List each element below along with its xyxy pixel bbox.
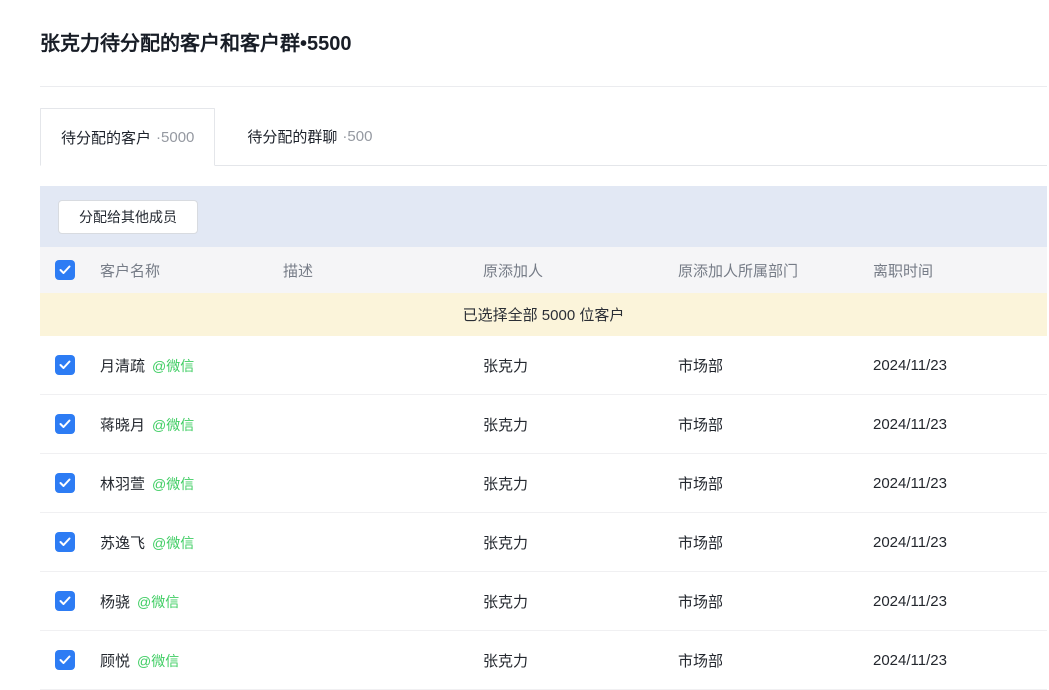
tab-pending-group-chats[interactable]: 待分配的群聊 ·500 bbox=[215, 108, 404, 165]
wechat-tag: @微信 bbox=[137, 592, 179, 612]
page-title: 张克力待分配的客户和客户群•5500 bbox=[40, 30, 1047, 58]
customer-name-cell: 苏逸飞 @微信 bbox=[100, 532, 283, 553]
check-icon bbox=[59, 419, 71, 429]
col-header-department: 原添加人所属部门 bbox=[678, 260, 873, 281]
row-checkbox-cell bbox=[40, 414, 100, 434]
customer-name: 杨骁 bbox=[100, 591, 130, 612]
check-icon bbox=[59, 596, 71, 606]
tab-pending-customers[interactable]: 待分配的客户 ·5000 bbox=[40, 108, 215, 166]
resign-date-cell: 2024/11/23 bbox=[873, 593, 1047, 610]
selection-banner: 已选择全部 5000 位客户 bbox=[40, 293, 1047, 336]
customer-name: 林羽萱 bbox=[100, 473, 145, 494]
original-adder-cell: 张克力 bbox=[483, 414, 678, 435]
customer-name-cell: 林羽萱 @微信 bbox=[100, 473, 283, 494]
resign-date-cell: 2024/11/23 bbox=[873, 475, 1047, 492]
row-checkbox[interactable] bbox=[55, 532, 75, 552]
row-checkbox-cell bbox=[40, 650, 100, 670]
department-cell: 市场部 bbox=[678, 473, 873, 494]
customer-name: 顾悦 bbox=[100, 650, 130, 671]
selection-toolbar: 分配给其他成员 bbox=[40, 186, 1047, 247]
tab-label: 待分配的客户 bbox=[61, 127, 151, 148]
department-cell: 市场部 bbox=[678, 532, 873, 553]
resign-date-cell: 2024/11/23 bbox=[873, 416, 1047, 433]
table-row: 月清疏 @微信 张克力 市场部 2024/11/23 bbox=[40, 336, 1047, 395]
tab-bar: 待分配的客户 ·5000 待分配的群聊 ·500 bbox=[40, 108, 1047, 166]
customer-name-cell: 月清疏 @微信 bbox=[100, 355, 283, 376]
wechat-tag: @微信 bbox=[152, 356, 194, 376]
department-cell: 市场部 bbox=[678, 650, 873, 671]
table-row: 林羽萱 @微信 张克力 市场部 2024/11/23 bbox=[40, 454, 1047, 513]
check-icon bbox=[59, 360, 71, 370]
select-all-cell bbox=[40, 260, 100, 280]
row-checkbox[interactable] bbox=[55, 591, 75, 611]
table-header-row: 客户名称 描述 原添加人 原添加人所属部门 离职时间 bbox=[40, 247, 1047, 293]
selection-banner-text: 已选择全部 5000 位客户 bbox=[463, 304, 625, 325]
tab-count: ·5000 bbox=[156, 129, 194, 146]
row-checkbox[interactable] bbox=[55, 473, 75, 493]
department-cell: 市场部 bbox=[678, 355, 873, 376]
row-checkbox-cell bbox=[40, 473, 100, 493]
wechat-tag: @微信 bbox=[152, 474, 194, 494]
col-header-resign-date: 离职时间 bbox=[873, 260, 1047, 281]
wechat-tag: @微信 bbox=[152, 415, 194, 435]
resign-date-cell: 2024/11/23 bbox=[873, 357, 1047, 374]
row-checkbox-cell bbox=[40, 532, 100, 552]
tab-count: ·500 bbox=[342, 128, 372, 145]
row-checkbox[interactable] bbox=[55, 414, 75, 434]
check-icon bbox=[59, 478, 71, 488]
resign-date-cell: 2024/11/23 bbox=[873, 652, 1047, 669]
table-row: 顾悦 @微信 张克力 市场部 2024/11/23 bbox=[40, 631, 1047, 690]
tab-label: 待分配的群聊 bbox=[247, 126, 337, 147]
table-row: 杨骁 @微信 张克力 市场部 2024/11/23 bbox=[40, 572, 1047, 631]
row-checkbox-cell bbox=[40, 591, 100, 611]
page: 张克力待分配的客户和客户群•5500 待分配的客户 ·5000 待分配的群聊 ·… bbox=[0, 0, 1049, 690]
row-checkbox-cell bbox=[40, 355, 100, 375]
wechat-tag: @微信 bbox=[152, 533, 194, 553]
col-header-original-adder: 原添加人 bbox=[483, 260, 678, 281]
customer-name: 月清疏 bbox=[100, 355, 145, 376]
department-cell: 市场部 bbox=[678, 591, 873, 612]
col-header-description: 描述 bbox=[283, 260, 483, 281]
department-cell: 市场部 bbox=[678, 414, 873, 435]
title-divider bbox=[40, 86, 1047, 87]
original-adder-cell: 张克力 bbox=[483, 650, 678, 671]
table-row: 蒋晓月 @微信 张克力 市场部 2024/11/23 bbox=[40, 395, 1047, 454]
original-adder-cell: 张克力 bbox=[483, 355, 678, 376]
row-checkbox[interactable] bbox=[55, 650, 75, 670]
original-adder-cell: 张克力 bbox=[483, 591, 678, 612]
check-icon bbox=[59, 537, 71, 547]
assign-to-others-button[interactable]: 分配给其他成员 bbox=[58, 200, 198, 234]
resign-date-cell: 2024/11/23 bbox=[873, 534, 1047, 551]
table-row: 苏逸飞 @微信 张克力 市场部 2024/11/23 bbox=[40, 513, 1047, 572]
customer-name-cell: 杨骁 @微信 bbox=[100, 591, 283, 612]
select-all-checkbox[interactable] bbox=[55, 260, 75, 280]
customer-name: 蒋晓月 bbox=[100, 414, 145, 435]
customer-name: 苏逸飞 bbox=[100, 532, 145, 553]
customer-name-cell: 蒋晓月 @微信 bbox=[100, 414, 283, 435]
col-header-customer-name: 客户名称 bbox=[100, 260, 283, 281]
original-adder-cell: 张克力 bbox=[483, 473, 678, 494]
row-checkbox[interactable] bbox=[55, 355, 75, 375]
customer-name-cell: 顾悦 @微信 bbox=[100, 650, 283, 671]
check-icon bbox=[59, 265, 71, 275]
check-icon bbox=[59, 655, 71, 665]
original-adder-cell: 张克力 bbox=[483, 532, 678, 553]
